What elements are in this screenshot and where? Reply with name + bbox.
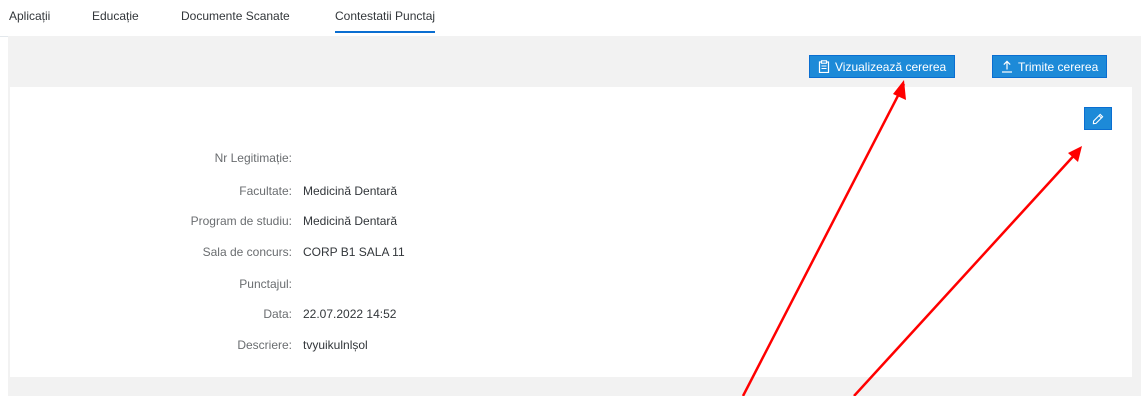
- clipboard-icon: [818, 60, 830, 73]
- view-request-button[interactable]: Vizualizează cererea: [809, 55, 956, 78]
- sala-de-concurs-label: Sala de concurs:: [202, 245, 292, 259]
- program-de-studiu-label: Program de studiu:: [190, 214, 292, 228]
- tab-educatie[interactable]: Educație: [92, 9, 139, 31]
- detail-row-sala-de-concurs: Sala de concurs: CORP B1 SALA 11: [10, 245, 710, 261]
- tab-aplicatii[interactable]: Aplicații: [9, 9, 50, 31]
- upload-icon: [1001, 60, 1013, 73]
- edit-button[interactable]: [1084, 107, 1112, 130]
- detail-row-program-de-studiu: Program de studiu: Medicină Dentară: [10, 214, 710, 230]
- detail-row-nr-legitimatie: Nr Legitimație:: [10, 151, 710, 167]
- detail-row-punctajul: Punctajul:: [10, 277, 710, 293]
- tab-contestatii-punctaj[interactable]: Contestatii Punctaj: [335, 9, 436, 33]
- content-area: Vizualizează cererea Trimite cererea Nr …: [8, 36, 1141, 396]
- descriere-value: tvyuikulnlșol: [303, 338, 368, 352]
- tab-bar: Aplicații Educație Documente Scanate Con…: [0, 0, 1141, 37]
- send-request-button[interactable]: Trimite cererea: [992, 55, 1108, 78]
- tab-documente-scanate[interactable]: Documente Scanate: [181, 9, 290, 31]
- detail-row-facultate: Facultate: Medicină Dentară: [10, 184, 710, 200]
- facultate-value: Medicină Dentară: [303, 184, 398, 198]
- request-details-panel: Nr Legitimație: Facultate: Medicină Dent…: [10, 87, 1132, 377]
- view-request-label: Vizualizează cererea: [835, 59, 947, 74]
- nr-legitimatie-label: Nr Legitimație:: [214, 151, 292, 165]
- sala-de-concurs-value: CORP B1 SALA 11: [303, 245, 405, 259]
- detail-row-descriere: Descriere: tvyuikulnlșol: [10, 338, 710, 354]
- data-label: Data:: [263, 307, 292, 321]
- program-de-studiu-value: Medicină Dentară: [303, 214, 398, 228]
- descriere-label: Descriere:: [237, 338, 292, 352]
- pencil-icon: [1092, 113, 1104, 125]
- facultate-label: Facultate:: [239, 184, 292, 198]
- detail-row-data: Data: 22.07.2022 14:52: [10, 307, 710, 323]
- data-value: 22.07.2022 14:52: [303, 307, 397, 321]
- send-request-label: Trimite cererea: [1018, 59, 1099, 74]
- punctajul-label: Punctajul:: [239, 277, 292, 291]
